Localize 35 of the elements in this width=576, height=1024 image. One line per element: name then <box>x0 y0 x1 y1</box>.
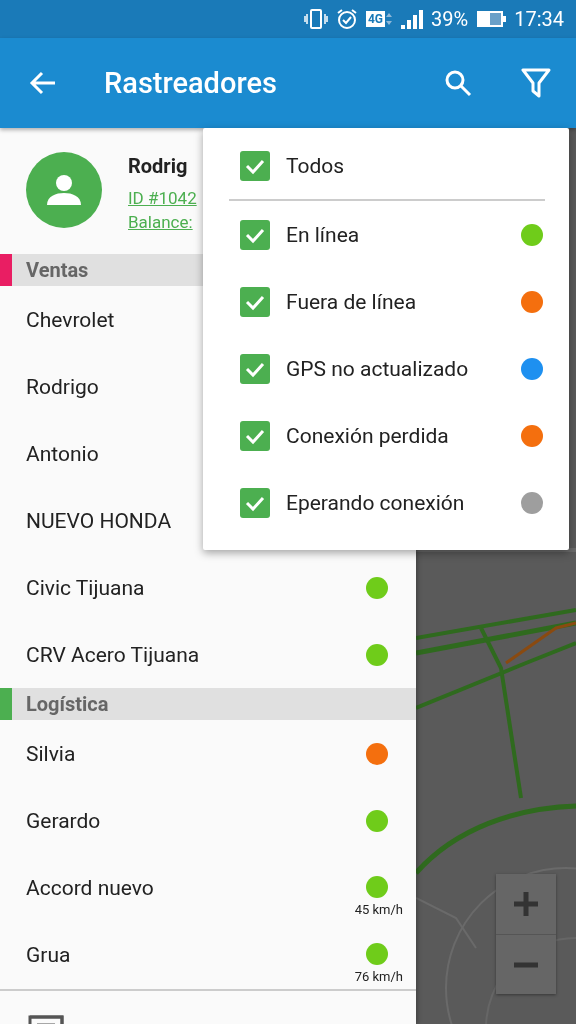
battery-percent: 39% <box>431 7 469 31</box>
tracker-item[interactable]: Grua 76 km/h <box>0 921 416 988</box>
checkbox[interactable] <box>240 487 270 518</box>
data-arrows-icon <box>385 12 394 26</box>
speed-label: 76 km/h <box>354 969 403 984</box>
checkbox[interactable] <box>240 420 270 451</box>
clock-time: 17:34 <box>514 7 564 31</box>
screen-title: Rastreadores <box>104 66 278 100</box>
checkbox[interactable] <box>240 150 270 181</box>
vibrate-icon <box>303 8 328 30</box>
filter-option[interactable]: GPS no actualizado <box>203 335 569 402</box>
filter-icon <box>521 67 551 99</box>
filter-option[interactable]: Conexión perdida <box>203 402 569 469</box>
zoom-in-button[interactable] <box>496 874 556 934</box>
tracker-item[interactable]: Silvia <box>0 720 416 787</box>
checkbox[interactable] <box>240 286 270 317</box>
zoom-out-button[interactable] <box>496 934 556 994</box>
plus-icon <box>512 890 540 918</box>
network-type-label: 4G <box>365 11 386 27</box>
user-name: Rodrig <box>128 154 189 178</box>
speed-label: 45 km/h <box>354 902 403 917</box>
tracker-item[interactable]: Gerardo <box>0 787 416 854</box>
alarm-icon <box>335 8 358 30</box>
signal-icon <box>401 9 424 29</box>
filter-option[interactable]: Eperando conexión <box>203 469 569 536</box>
checkbox[interactable] <box>240 353 270 384</box>
tracker-item[interactable]: Civic Tijuana <box>0 554 416 621</box>
filter-option[interactable]: Todos <box>203 132 569 199</box>
search-icon <box>444 69 472 97</box>
group-header: Logística <box>0 688 416 720</box>
battery-icon <box>476 9 507 29</box>
minus-icon <box>512 961 540 968</box>
tracker-item[interactable]: Accord nuevo 45 km/h <box>0 854 416 921</box>
checkbox[interactable] <box>240 219 270 250</box>
tracker-item[interactable]: CRV Acero Tijuana <box>0 621 416 688</box>
